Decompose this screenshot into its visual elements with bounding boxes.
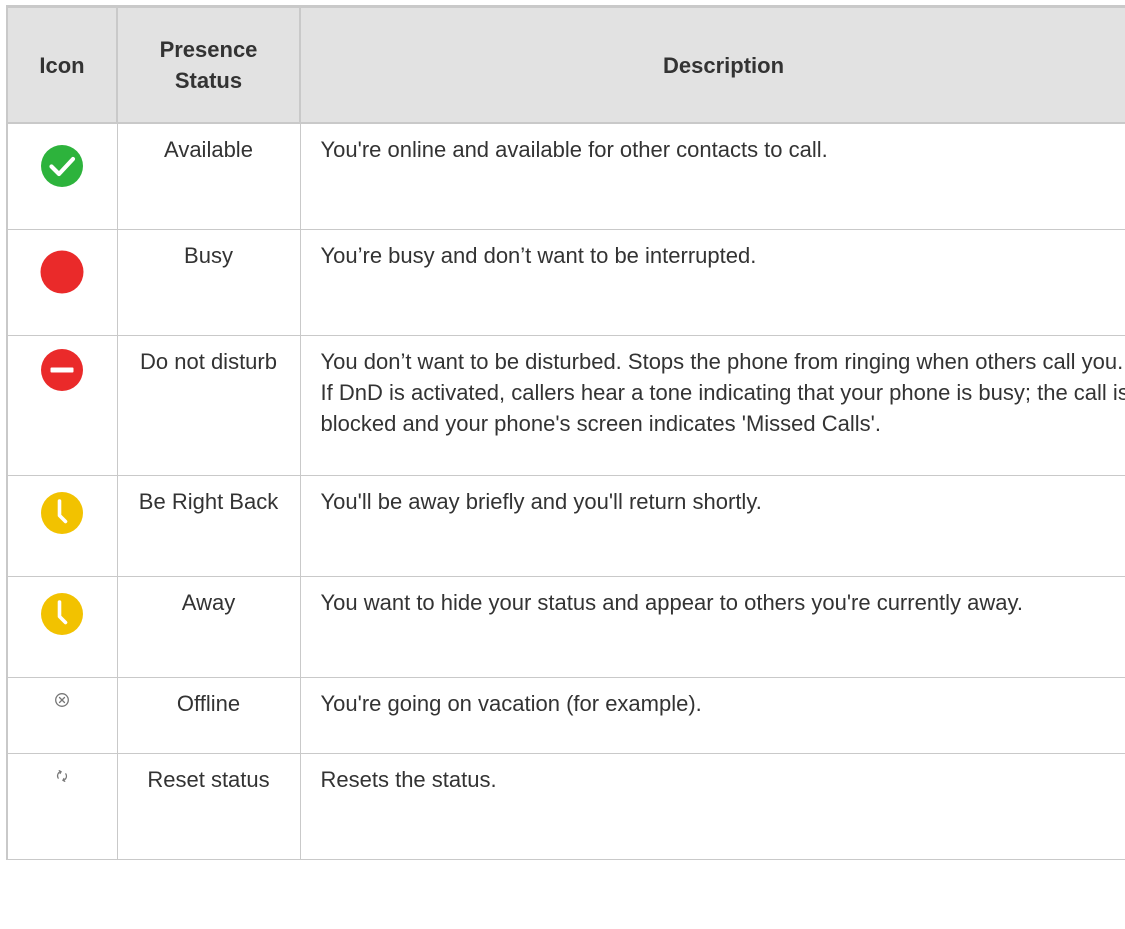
circled-x-icon bbox=[55, 693, 70, 707]
header-presence-status: Presence Status bbox=[116, 5, 301, 124]
presence-status-label: Away bbox=[116, 576, 301, 678]
red-circle-icon bbox=[40, 250, 84, 294]
presence-status-label: Busy bbox=[116, 229, 301, 336]
presence-status-table: Icon Presence Status Description Availab… bbox=[6, 5, 1125, 860]
presence-status-label: Do not disturb bbox=[116, 335, 301, 476]
table-row-away: Away You want to hide your status and ap… bbox=[6, 576, 1125, 678]
status-description: You're going on vacation (for example). bbox=[299, 677, 1125, 754]
presence-status-label: Reset status bbox=[116, 753, 301, 860]
yellow-clock-icon bbox=[41, 492, 84, 534]
status-description: You'll be away briefly and you'll return… bbox=[299, 475, 1125, 577]
status-description: You don’t want to be disturbed. Stops th… bbox=[299, 335, 1125, 476]
table-row-available: Available You're online and available fo… bbox=[6, 122, 1125, 230]
header-row: Icon Presence Status Description bbox=[6, 5, 1125, 124]
icon-cell bbox=[6, 475, 118, 577]
status-description: You want to hide your status and appear … bbox=[299, 576, 1125, 678]
icon-cell bbox=[6, 753, 118, 860]
icon-cell bbox=[6, 122, 118, 230]
table-row-be-right-back: Be Right Back You'll be away briefly and… bbox=[6, 475, 1125, 577]
status-description: You’re busy and don’t want to be interru… bbox=[299, 229, 1125, 336]
status-description: You're online and available for other co… bbox=[299, 122, 1125, 230]
refresh-icon bbox=[57, 770, 68, 782]
status-description: Resets the status. bbox=[299, 753, 1125, 860]
table-row-reset-status: Reset status Resets the status. bbox=[6, 753, 1125, 860]
presence-status-label: Offline bbox=[116, 677, 301, 754]
presence-status-label: Available bbox=[116, 122, 301, 230]
red-minus-circle-icon bbox=[41, 349, 84, 391]
table-row-offline: Offline You're going on vacation (for ex… bbox=[6, 677, 1125, 754]
presence-status-label: Be Right Back bbox=[116, 475, 301, 577]
green-check-circle-icon bbox=[41, 145, 84, 187]
header-icon: Icon bbox=[6, 5, 118, 124]
header-description: Description bbox=[299, 5, 1125, 124]
table-body: Available You're online and available fo… bbox=[6, 122, 1125, 860]
icon-cell bbox=[6, 677, 118, 754]
icon-cell bbox=[6, 229, 118, 336]
icon-cell bbox=[6, 335, 118, 476]
icon-cell bbox=[6, 576, 118, 678]
table-header: Icon Presence Status Description bbox=[6, 5, 1125, 124]
table-row-busy: Busy You’re busy and don’t want to be in… bbox=[6, 229, 1125, 336]
yellow-clock-icon bbox=[41, 593, 84, 635]
presence-table-container: Icon Presence Status Description Availab… bbox=[0, 0, 1125, 929]
table-row-do-not-disturb: Do not disturb You don’t want to be dist… bbox=[6, 335, 1125, 476]
